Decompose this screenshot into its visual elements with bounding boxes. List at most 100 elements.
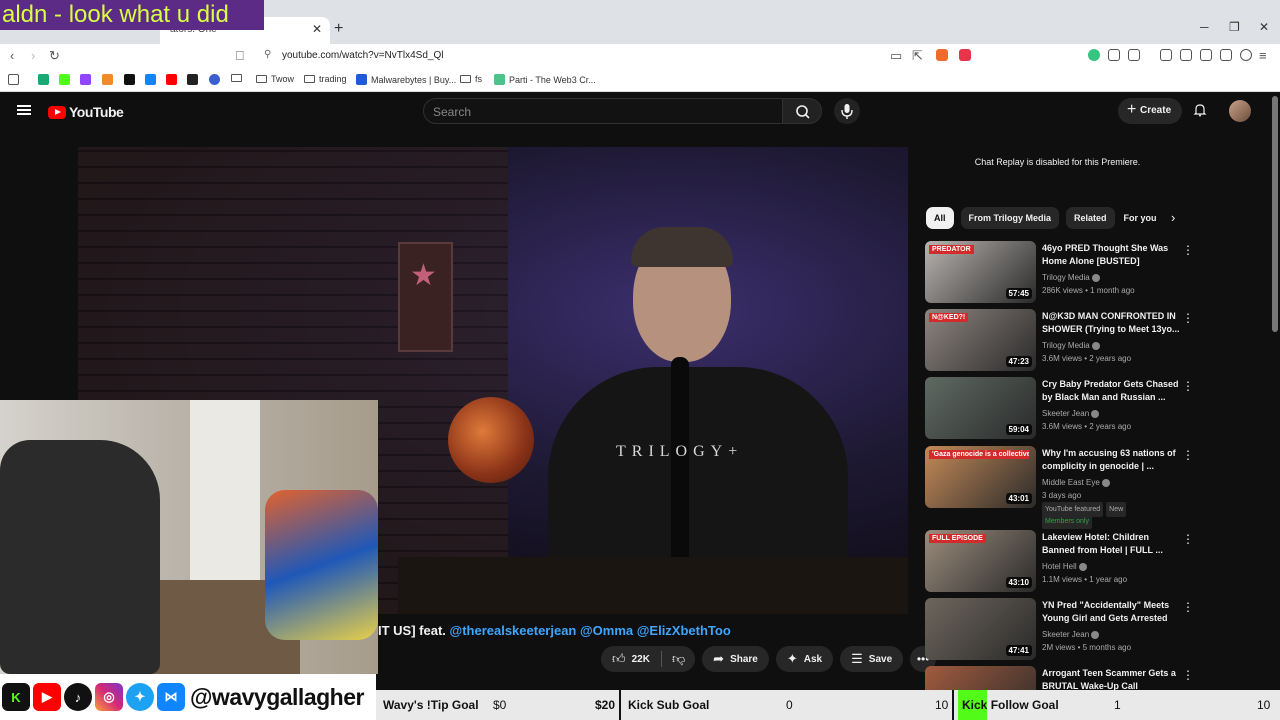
site-info-icon[interactable]: ⚲	[264, 49, 271, 60]
create-button[interactable]: + Create	[1118, 98, 1182, 124]
reader-icon[interactable]	[1200, 49, 1212, 61]
media-icon[interactable]	[1160, 49, 1172, 61]
video-title-text: IT US] feat.	[378, 623, 450, 638]
extensions-icon[interactable]	[1108, 49, 1120, 61]
recommendation-item[interactable]: 59:04 Cry Baby Predator Gets Chased by Bl…	[925, 377, 1195, 441]
notifications-bell-icon[interactable]	[1193, 103, 1207, 117]
leo-icon[interactable]	[1220, 49, 1232, 61]
save-button[interactable]: ☰ Save	[840, 646, 904, 672]
back-icon[interactable]: ‹	[10, 48, 14, 63]
video-thumbnail[interactable]: N@KED?! 47:23	[925, 309, 1036, 371]
bookmark-app-1[interactable]	[38, 74, 49, 85]
recommendation-channel[interactable]: Skeeter Jean	[1042, 628, 1100, 641]
recommendation-title[interactable]: N@K3D MAN CONFRONTED IN SHOWER (Trying t…	[1042, 310, 1182, 336]
address-bar[interactable]: ⚲ youtube.com/watch?v=NvTlx4Sd_Ql	[258, 46, 978, 66]
bookmark-app-9[interactable]	[209, 74, 220, 85]
recommendation-item[interactable]: 'Gaza genocide is a collective cri' 43:01…	[925, 446, 1195, 529]
sub-goal-target: 10	[935, 698, 949, 712]
rewards-icon[interactable]	[959, 49, 971, 61]
recommendation-meta: 286K views • 1 month ago	[1042, 286, 1135, 295]
bookmark-app-8[interactable]	[187, 74, 198, 85]
video-thumbnail[interactable]: 47:41	[925, 598, 1036, 660]
bookmark-kick[interactable]	[59, 74, 70, 85]
tiktok-icon: ♪	[64, 683, 92, 711]
voice-search-button[interactable]	[834, 98, 860, 124]
more-options-icon[interactable]: ⋮	[1182, 379, 1194, 393]
recommendation-channel[interactable]: Middle East Eye	[1042, 476, 1110, 489]
chevron-right-icon[interactable]: ›	[1171, 210, 1175, 225]
search-input[interactable]: Search	[423, 98, 783, 124]
members-only-badge: Members only	[1042, 514, 1095, 529]
minimize-icon[interactable]: ─	[1200, 20, 1209, 34]
recommendation-title[interactable]: Why I'm accusing 63 nations of complicit…	[1042, 447, 1182, 473]
more-options-icon[interactable]: ⋮	[1182, 600, 1194, 614]
more-options-icon[interactable]: ⋮	[1182, 448, 1194, 462]
more-options-icon[interactable]: ⋮	[1182, 668, 1194, 682]
bookmark-bluesky[interactable]	[145, 74, 156, 85]
chip-from-trilogy-media[interactable]: From Trilogy Media	[960, 207, 1060, 229]
thumbs-down-icon: 👎︎	[671, 651, 686, 666]
vpn-icon[interactable]	[1240, 49, 1252, 61]
install-icon[interactable]: ▭	[890, 48, 902, 64]
search-button[interactable]	[782, 98, 822, 124]
sidebar-icon[interactable]	[1180, 49, 1192, 61]
bookmark-parti[interactable]: Parti - The Web3 Cr...	[494, 74, 596, 85]
recommendation-channel[interactable]: Trilogy Media	[1042, 339, 1100, 352]
chip-all[interactable]: All	[926, 207, 954, 229]
video-thumbnail[interactable]: PREDATOR 57:45	[925, 241, 1036, 303]
more-options-icon[interactable]: ⋮	[1182, 243, 1194, 257]
video-thumbnail[interactable]: 'Gaza genocide is a collective cri' 43:01	[925, 446, 1036, 508]
page-scrollbar[interactable]	[1272, 96, 1278, 332]
youtube-logo[interactable]: YouTube	[48, 104, 124, 120]
recommendation-item[interactable]: N@KED?! 47:23 N@K3D MAN CONFRONTED IN SHOW…	[925, 309, 1195, 373]
tip-goal-current: $0	[493, 698, 507, 712]
bookmark-x[interactable]	[124, 74, 135, 85]
account-avatar[interactable]	[1229, 100, 1251, 122]
bookmark-folder-fs[interactable]: fs	[460, 74, 482, 84]
video-thumbnail[interactable]: 59:04	[925, 377, 1036, 439]
close-tab-icon[interactable]: ✕	[312, 22, 322, 36]
wallet-icon[interactable]	[1128, 49, 1140, 61]
recommendation-title[interactable]: Lakeview Hotel: Children Banned from Hot…	[1042, 531, 1182, 557]
share-button[interactable]: ➦ Share	[702, 646, 769, 672]
extension-green-icon[interactable]	[1088, 49, 1100, 61]
chip-for-you[interactable]: For you	[1122, 207, 1159, 229]
recommendation-channel[interactable]: Hotel Hell	[1042, 560, 1087, 573]
brave-shield-icon[interactable]	[936, 49, 948, 61]
more-options-icon[interactable]: ⋮	[1182, 311, 1194, 325]
recommendation-channel[interactable]: Skeeter Jean	[1042, 407, 1100, 420]
dislike-button[interactable]: 👎︎	[662, 646, 695, 672]
bookmark-malwarebytes[interactable]: Malwarebytes | Buy...	[356, 74, 456, 85]
ask-button[interactable]: ✦ Ask	[775, 646, 834, 672]
maximize-icon[interactable]: ❐	[1229, 20, 1240, 34]
recommendation-item[interactable]: PREDATOR 57:45 46yo PRED Thought She Was H…	[925, 241, 1195, 305]
menu-icon[interactable]	[17, 105, 31, 115]
bookmark-app-4[interactable]	[102, 74, 113, 85]
close-window-icon[interactable]: ✕	[1259, 20, 1269, 34]
verified-icon	[1091, 273, 1100, 282]
reload-icon[interactable]: ↻	[49, 48, 60, 64]
recommendation-channel[interactable]: Trilogy Media	[1042, 271, 1100, 284]
bookmark-twitch[interactable]	[80, 74, 91, 85]
recommendation-item[interactable]: FULL EPISODE 43:10 Lakeview Hotel: Childre…	[925, 530, 1195, 594]
recommendation-item[interactable]: 47:41 YN Pred "Accidentally" Meets Young …	[925, 598, 1195, 662]
recommendation-title[interactable]: YN Pred "Accidentally" Meets Young Girl …	[1042, 599, 1182, 625]
recommendation-title[interactable]: Cry Baby Predator Gets Chased by Black M…	[1042, 378, 1182, 404]
more-options-icon[interactable]: ⋮	[1182, 532, 1194, 546]
forward-icon[interactable]: ›	[31, 48, 35, 63]
share-page-icon[interactable]: ⇱	[912, 48, 923, 64]
verified-icon	[1091, 409, 1100, 418]
chip-related[interactable]: Related	[1066, 207, 1115, 229]
like-button[interactable]: 👍︎ 22K	[601, 646, 661, 672]
bookmark-folder-twow[interactable]: Twow	[256, 74, 294, 84]
bookmark-folder-trading[interactable]: trading	[304, 74, 347, 84]
video-title-mentions[interactable]: @therealskeeterjean @Omma @ElizXbethToo	[450, 623, 731, 638]
bookmark-icon[interactable]: ⎕	[236, 48, 244, 64]
video-thumbnail[interactable]: FULL EPISODE 43:10	[925, 530, 1036, 592]
apps-grid-icon[interactable]	[8, 74, 19, 85]
bookmark-folder-empty[interactable]	[231, 74, 242, 82]
recommendation-title[interactable]: 46yo PRED Thought She Was Home Alone [BU…	[1042, 242, 1182, 268]
menu-icon[interactable]: ≡	[1259, 48, 1267, 63]
new-tab-icon[interactable]: +	[334, 20, 343, 38]
bookmark-youtube[interactable]	[166, 74, 177, 85]
